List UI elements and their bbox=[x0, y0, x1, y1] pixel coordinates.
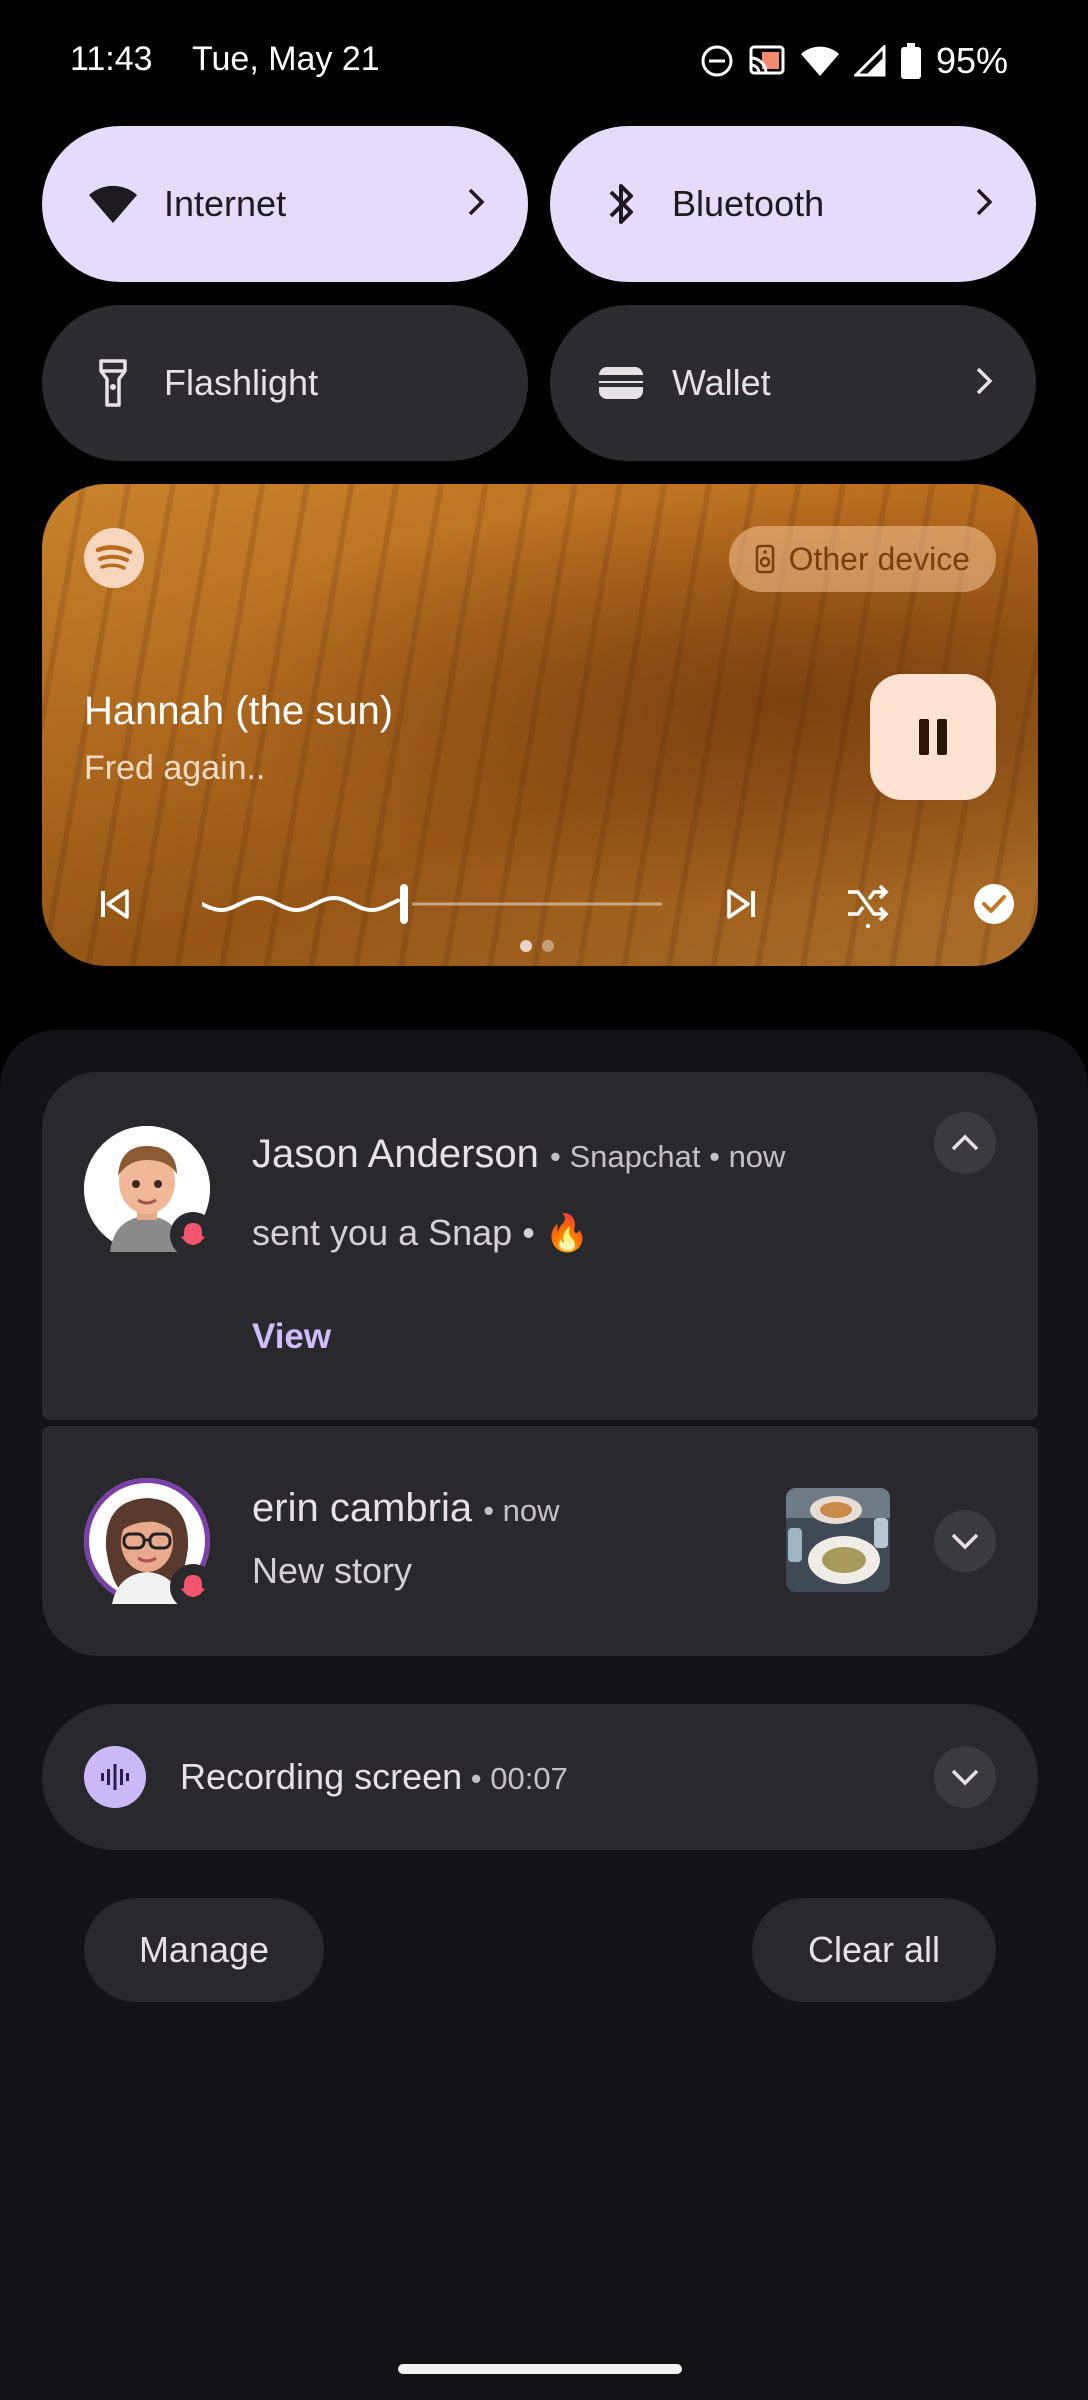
page-dot bbox=[542, 940, 554, 952]
progress-seekbar[interactable] bbox=[202, 874, 672, 934]
page-indicator bbox=[520, 940, 554, 952]
tile-label: Bluetooth bbox=[672, 183, 825, 224]
chevron-down-icon bbox=[951, 1769, 979, 1786]
app-name: Snapchat bbox=[569, 1139, 701, 1174]
progress-played-wave bbox=[202, 895, 400, 913]
output-device-label: Other device bbox=[788, 540, 970, 577]
manage-button[interactable]: Manage bbox=[84, 1898, 324, 2002]
home-indicator[interactable] bbox=[398, 2364, 682, 2374]
flashlight-icon bbox=[84, 354, 142, 412]
notification-message: New story bbox=[252, 1550, 413, 1591]
shuffle-button[interactable] bbox=[838, 874, 898, 934]
speaker-icon bbox=[755, 544, 774, 574]
recording-elapsed: 00:07 bbox=[490, 1761, 568, 1796]
status-time: 11:43 bbox=[70, 40, 153, 78]
track-artist: Fred again.. bbox=[84, 749, 266, 787]
media-player-card[interactable]: Other device Hannah (the sun) Fred again… bbox=[42, 484, 1038, 966]
clear-all-button[interactable]: Clear all bbox=[752, 1898, 996, 2002]
media-controls bbox=[42, 874, 1038, 934]
skip-next-button[interactable] bbox=[712, 874, 772, 934]
notification-erin-cambria[interactable]: erin cambria • now New story bbox=[42, 1426, 1038, 1656]
notification-meta: • now bbox=[483, 1493, 560, 1528]
battery-icon bbox=[900, 43, 922, 79]
spotify-icon bbox=[84, 528, 144, 588]
sender-name: Jason Anderson bbox=[252, 1132, 539, 1176]
collapse-button[interactable] bbox=[934, 1112, 996, 1174]
status-bar: 11:43 Tue, May 21 95% bbox=[0, 0, 1088, 124]
audio-waveform-icon bbox=[84, 1746, 146, 1808]
do-not-disturb-icon bbox=[700, 44, 734, 78]
sender-name: erin cambria bbox=[252, 1486, 473, 1530]
progress-thumb bbox=[400, 884, 408, 924]
skip-next-icon bbox=[727, 889, 755, 919]
chevron-right-icon[interactable] bbox=[972, 361, 996, 406]
avatar bbox=[84, 1478, 216, 1610]
saved-button[interactable] bbox=[964, 874, 1024, 934]
snapchat-badge-icon bbox=[170, 1564, 216, 1610]
status-icons: 95% bbox=[700, 40, 1008, 82]
wallet-icon bbox=[592, 354, 650, 412]
pause-icon bbox=[919, 719, 947, 755]
notification-time: now bbox=[728, 1139, 786, 1174]
notification-recording-screen[interactable]: Recording screen • 00:07 bbox=[42, 1704, 1038, 1850]
notification-meta: • Snapchat • now bbox=[550, 1139, 786, 1174]
skip-previous-button[interactable] bbox=[84, 874, 144, 934]
battery-percent: 95% bbox=[935, 40, 1008, 81]
avatar bbox=[84, 1126, 216, 1258]
recording-meta: • 00:07 bbox=[462, 1761, 568, 1796]
expand-button[interactable] bbox=[934, 1746, 996, 1808]
wifi-icon bbox=[84, 175, 142, 233]
notification-time: now bbox=[502, 1493, 560, 1528]
tile-bluetooth[interactable]: Bluetooth bbox=[550, 126, 1036, 282]
tile-label: Internet bbox=[164, 183, 287, 224]
tile-wallet[interactable]: Wallet bbox=[550, 305, 1036, 461]
pause-button[interactable] bbox=[870, 674, 996, 800]
chevron-right-icon[interactable] bbox=[972, 182, 996, 227]
check-circle-icon bbox=[974, 884, 1014, 924]
chevron-up-icon bbox=[951, 1134, 979, 1151]
page-dot bbox=[520, 940, 532, 952]
output-device-chip[interactable]: Other device bbox=[728, 526, 996, 592]
bluetooth-icon bbox=[592, 175, 650, 233]
shuffle-icon bbox=[848, 884, 889, 928]
track-title: Hannah (the sun) bbox=[84, 689, 394, 733]
skip-previous-icon bbox=[101, 889, 129, 919]
tile-flashlight[interactable]: Flashlight bbox=[42, 305, 528, 461]
notification-message: sent you a Snap • 🔥 bbox=[252, 1212, 590, 1253]
tile-label: Wallet bbox=[672, 362, 771, 403]
recording-header: Recording screen • 00:07 bbox=[180, 1756, 568, 1798]
status-date: Tue, May 21 bbox=[192, 40, 380, 78]
recording-title: Recording screen bbox=[180, 1756, 463, 1797]
expand-button[interactable] bbox=[934, 1510, 996, 1572]
notification-jason-anderson[interactable]: Jason Anderson • Snapchat • now sent you… bbox=[42, 1072, 1038, 1420]
notification-header: Jason Anderson • Snapchat • now bbox=[252, 1132, 785, 1177]
snapchat-badge-icon bbox=[170, 1212, 216, 1258]
wifi-icon bbox=[800, 45, 840, 77]
notification-header: erin cambria • now bbox=[252, 1486, 560, 1531]
chevron-right-icon[interactable] bbox=[464, 182, 488, 227]
tile-internet[interactable]: Internet bbox=[42, 126, 528, 282]
view-button[interactable]: View bbox=[252, 1317, 331, 1357]
tile-label: Flashlight bbox=[164, 362, 319, 403]
signal-icon bbox=[853, 45, 886, 77]
story-thumbnail[interactable] bbox=[786, 1488, 890, 1592]
chevron-down-icon bbox=[951, 1533, 979, 1550]
cast-icon bbox=[748, 44, 786, 78]
